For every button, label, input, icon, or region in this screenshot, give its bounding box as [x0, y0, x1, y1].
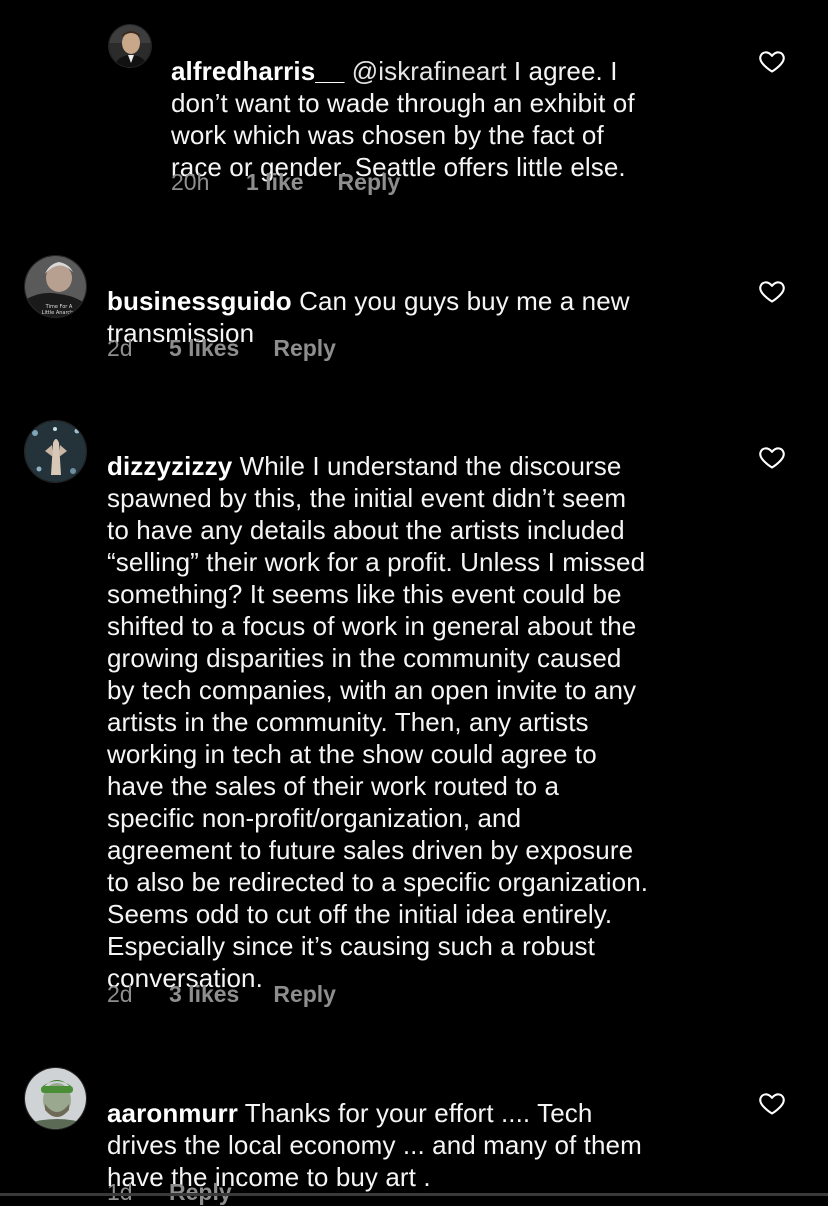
svg-text:Little Anarchy: Little Anarchy — [42, 310, 77, 316]
heart-outline-icon[interactable] — [758, 443, 786, 471]
comment-username[interactable]: aaronmurr — [107, 1098, 238, 1128]
profile-photo-gray-hair-icon: Time For A Little Anarchy — [25, 256, 86, 317]
reply-button[interactable]: Reply — [273, 334, 336, 362]
comment-reply: alfredharris__ @iskrafineart I agree. I … — [0, 0, 828, 210]
comment-username[interactable]: dizzyzizzy — [107, 451, 232, 481]
comment: dizzyzizzy While I understand the discou… — [0, 406, 828, 1026]
comment-body: While I understand the discourse spawned… — [107, 451, 649, 993]
comment-text: aaronmurr Thanks for your effort .... Te… — [107, 1065, 727, 1193]
profile-photo-man-suit-icon — [109, 25, 151, 67]
comment-time: 2d — [107, 981, 133, 1007]
heart-outline-icon[interactable] — [758, 1089, 786, 1117]
comment-meta: 1d Reply — [107, 1178, 232, 1206]
comment-username[interactable]: businessguido — [107, 286, 292, 316]
reply-button[interactable]: Reply — [338, 168, 401, 196]
comment-time: 2d — [107, 335, 133, 361]
comment-time: 1d — [107, 1179, 133, 1205]
comment-username[interactable]: alfredharris__ — [171, 56, 344, 86]
reply-button[interactable]: Reply — [169, 1178, 232, 1206]
comment: Time For A Little Anarchy businessguido … — [0, 240, 828, 380]
profile-photo-green-cap-icon — [25, 1068, 86, 1129]
avatar[interactable] — [24, 1067, 87, 1130]
avatar[interactable] — [108, 24, 152, 68]
comment-likes[interactable]: 1 like — [246, 168, 304, 196]
comment-meta: 2d 5 likes Reply — [107, 334, 336, 362]
avatar[interactable]: Time For A Little Anarchy — [24, 255, 87, 318]
comment: aaronmurr Thanks for your effort .... Te… — [0, 1052, 828, 1205]
comment-likes[interactable]: 5 likes — [169, 334, 239, 362]
heart-outline-icon[interactable] — [758, 277, 786, 305]
comment-time: 20h — [171, 169, 210, 195]
profile-photo-hands-icon — [25, 421, 86, 482]
comment-mention[interactable]: @iskrafineart — [352, 56, 507, 86]
reply-button[interactable]: Reply — [273, 980, 336, 1008]
avatar[interactable] — [24, 420, 87, 483]
comment-text: alfredharris__ @iskrafineart I agree. I … — [171, 23, 731, 183]
comment-text: dizzyzizzy While I understand the discou… — [107, 418, 737, 994]
comment-meta: 2d 3 likes Reply — [107, 980, 336, 1008]
comment-likes[interactable]: 3 likes — [169, 980, 239, 1008]
comment-meta: 20h 1 like Reply — [171, 168, 400, 196]
heart-outline-icon[interactable] — [758, 47, 786, 75]
